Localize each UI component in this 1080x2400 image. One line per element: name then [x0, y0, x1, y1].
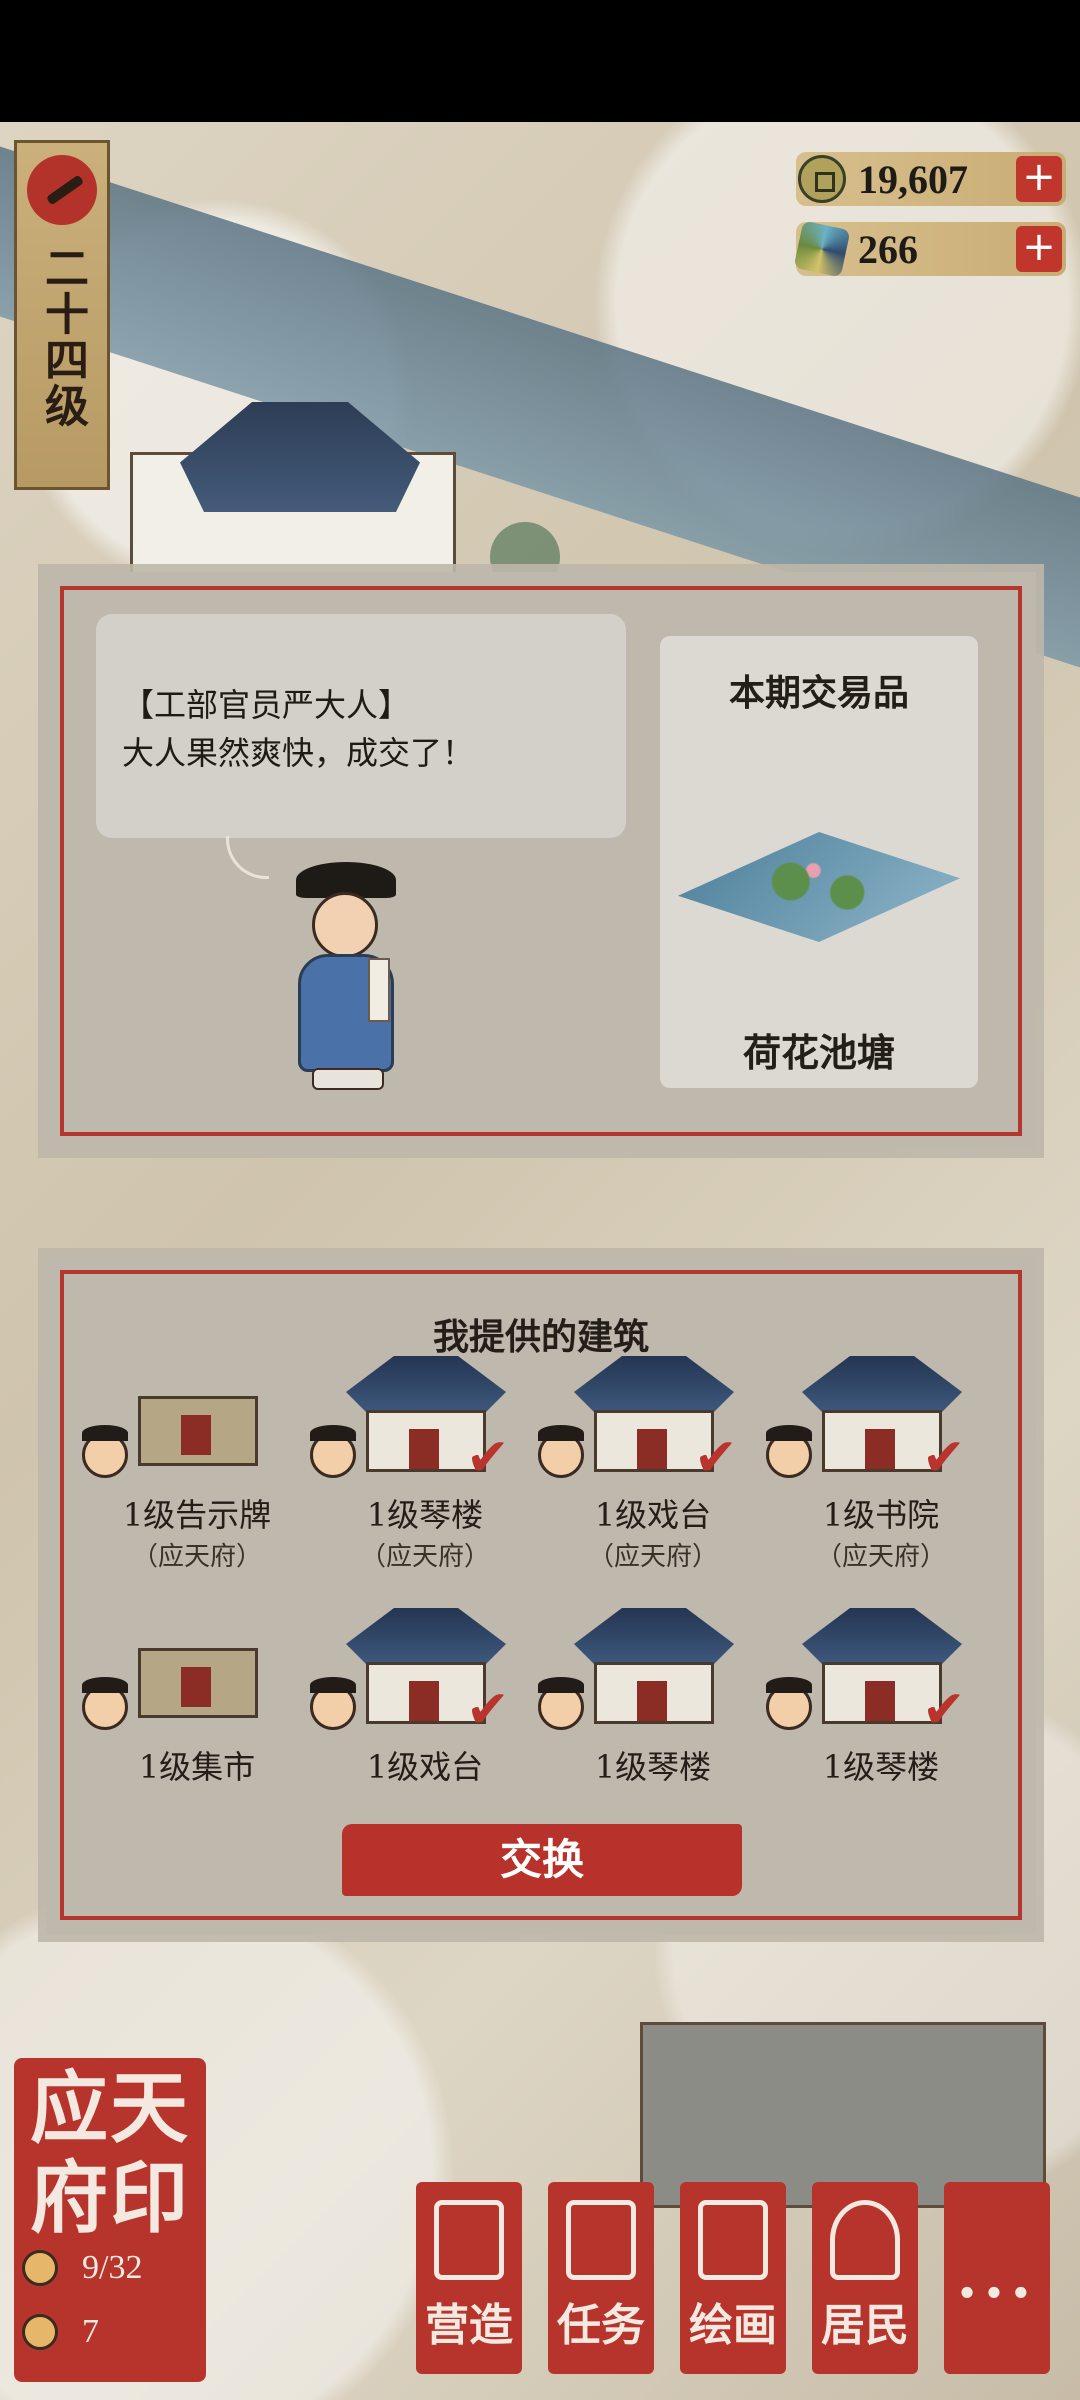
worker-icon	[22, 2314, 58, 2350]
menu-more-button[interactable]: ...	[944, 2182, 1050, 2374]
speaker-name: 【工部官员严大人】	[122, 686, 411, 724]
map-wall	[640, 2022, 1046, 2208]
resident-avatar	[766, 1425, 812, 1478]
building-location: （应天府）	[815, 1542, 946, 1572]
offer-panel: 我提供的建筑 1级告示牌 （应天府） ✔ 1级琴楼 （应天府） ✔ 1级戏台 （…	[46, 1256, 1036, 1934]
coin-icon	[798, 155, 846, 203]
person-icon	[830, 2200, 900, 2280]
notice-board-icon	[108, 1356, 288, 1476]
jade-value: 266	[858, 226, 918, 272]
building-item[interactable]: 1级琴楼	[538, 1598, 768, 1838]
music-tower-icon	[564, 1608, 744, 1728]
menu-label: 营造	[425, 2300, 513, 2351]
menu-label: 任务	[557, 2300, 645, 2351]
resident-avatar	[310, 1425, 356, 1478]
resident-avatar	[766, 1677, 812, 1730]
official-feet	[312, 1068, 384, 1090]
building-item[interactable]: 1级告示牌 （应天府）	[82, 1346, 312, 1586]
menu-residents-button[interactable]: 居民	[812, 2182, 918, 2374]
resident-avatar	[82, 1677, 128, 1730]
brush-emblem-icon	[27, 155, 97, 225]
resident-count-row: 9/32	[22, 2248, 198, 2288]
trade-dialog-panel: 【工部官员严大人】 大人果然爽快，成交了！ 本期交易品 荷花池塘	[46, 572, 1036, 1150]
trade-item-title: 本期交易品	[728, 672, 909, 714]
add-jade-button[interactable]: +	[1016, 226, 1062, 272]
speech-bubble: 【工部官员严大人】 大人果然爽快，成交了！	[96, 614, 626, 879]
book-icon	[566, 2200, 636, 2280]
jade-icon	[793, 220, 851, 278]
resident-avatar	[310, 1677, 356, 1730]
idle-count-row: 7	[22, 2312, 198, 2352]
swap-button[interactable]: 交换	[342, 1824, 742, 1896]
scroll-icon	[698, 2200, 768, 2280]
building-item[interactable]: ✔ 1级戏台 （应天府）	[538, 1346, 768, 1586]
check-icon: ✔	[694, 1428, 738, 1488]
idle-count: 7	[82, 2313, 99, 2350]
city-seal[interactable]: 应天府印 9/32 7	[14, 2058, 206, 2382]
building-location: （应天府）	[359, 1542, 490, 1572]
building-icon	[434, 2200, 504, 2280]
menu-build-button[interactable]: 营造	[416, 2182, 522, 2374]
check-icon: ✔	[466, 1428, 510, 1488]
building-label: 1级戏台	[366, 1748, 484, 1786]
building-label: 1级书院	[822, 1496, 940, 1534]
level-text: 二十四级	[37, 245, 88, 429]
menu-label: 绘画	[689, 2300, 777, 2351]
scroll-icon	[368, 958, 390, 1022]
menu-painting-button[interactable]: 绘画	[680, 2182, 786, 2374]
resident-count: 9/32	[82, 2249, 143, 2286]
lotus-pond-icon	[678, 832, 960, 942]
building-label: 1级戏台	[594, 1496, 712, 1534]
building-item[interactable]: ✔ 1级戏台	[310, 1598, 540, 1838]
level-badge[interactable]: 二十四级	[14, 140, 110, 490]
menu-tasks-button[interactable]: 任务	[548, 2182, 654, 2374]
building-location: （应天府）	[587, 1542, 718, 1572]
market-icon	[108, 1608, 288, 1728]
resident-avatar	[538, 1677, 584, 1730]
coin-counter: 19,607 +	[796, 152, 1066, 206]
check-icon: ✔	[922, 1680, 966, 1740]
trade-item-card[interactable]: 本期交易品 荷花池塘	[660, 636, 978, 1088]
building-location: （应天府）	[131, 1542, 262, 1572]
building-label: 1级琴楼	[594, 1748, 712, 1786]
check-icon: ✔	[466, 1680, 510, 1740]
building-item[interactable]: ✔ 1级书院 （应天府）	[766, 1346, 996, 1586]
resident-avatar	[538, 1425, 584, 1478]
seal-title: 应天府印	[29, 2063, 190, 2244]
building-item[interactable]: ✔ 1级琴楼	[766, 1598, 996, 1838]
building-label: 1级琴楼	[822, 1748, 940, 1786]
coin-value: 19,607	[858, 156, 968, 202]
building-item[interactable]: ✔ 1级琴楼 （应天府）	[310, 1346, 540, 1586]
menu-label: 居民	[821, 2300, 909, 2351]
building-label: 1级琴楼	[366, 1496, 484, 1534]
building-label: 1级告示牌	[122, 1496, 272, 1534]
building-item[interactable]: 1级集市	[82, 1598, 312, 1838]
speech-text: 大人果然爽快，成交了！	[122, 734, 475, 772]
resident-avatar	[82, 1425, 128, 1478]
check-icon: ✔	[922, 1428, 966, 1488]
jade-counter: 266 +	[793, 220, 1066, 278]
official-face	[312, 892, 378, 958]
official-character	[282, 862, 410, 1092]
status-bar	[0, 0, 1080, 122]
resident-icon	[22, 2250, 58, 2286]
trade-item-name: 荷花池塘	[742, 1030, 895, 1075]
building-label: 1级集市	[138, 1748, 256, 1786]
add-coin-button[interactable]: +	[1016, 156, 1062, 202]
more-icon: ...	[956, 2242, 1038, 2312]
